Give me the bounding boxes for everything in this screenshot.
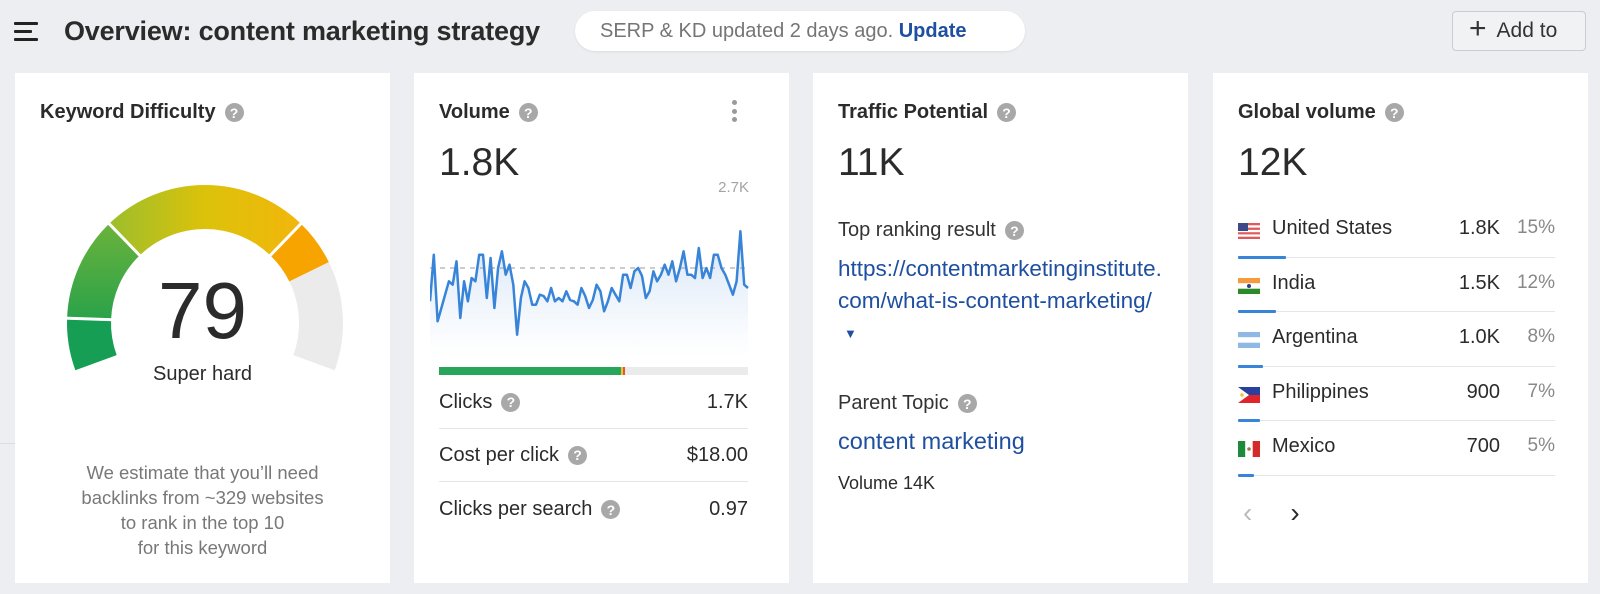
- country-volume: 1.5K: [1458, 271, 1500, 294]
- metric-value: $18.00: [686, 443, 748, 466]
- metric-label: Clicks: [439, 390, 493, 413]
- country-name: Argentina: [1272, 326, 1358, 348]
- kd-note-line: backlinks from ~329 websites: [81, 487, 324, 508]
- us-flag-icon: [1238, 223, 1260, 239]
- country-share-bar: [1238, 473, 1254, 477]
- kebab-menu-icon[interactable]: [728, 97, 740, 125]
- page-title: Overview: content marketing strategy: [64, 16, 540, 46]
- metric-row-clicks: Clicks? 1.7K: [439, 376, 748, 429]
- serp-status-text: SERP & KD updated 2 days ago.: [600, 20, 894, 42]
- metric-value: 1.7K: [706, 390, 748, 413]
- chevron-right-icon[interactable]: ›: [1290, 497, 1299, 529]
- kd-title: Keyword Difficulty ?: [40, 101, 244, 124]
- kd-note-line: to rank in the top 10: [120, 512, 285, 533]
- metric-value: 0.97: [709, 498, 748, 520]
- india-flag-icon: [1238, 277, 1260, 294]
- tp-title-text: Traffic Potential: [838, 101, 989, 123]
- kd-note-line: for this keyword: [137, 537, 268, 558]
- country-name: Mexico: [1272, 435, 1336, 457]
- country-row[interactable]: Argentina 1.0K 8%: [1238, 312, 1555, 368]
- chevron-left-icon[interactable]: ‹: [1243, 497, 1252, 529]
- volume-value: 1.8K: [439, 141, 520, 184]
- top-ranking-url[interactable]: https://contentmarketinginstitute.com/wh…: [838, 253, 1168, 352]
- country-volume: 1.8K: [1458, 217, 1500, 239]
- clicks-split-bar[interactable]: [439, 367, 748, 375]
- kd-level-label: Super hard: [153, 363, 252, 385]
- country-row[interactable]: United States 1.8K 15%: [1238, 203, 1555, 259]
- country-name: India: [1272, 271, 1316, 294]
- country-name: Philippines: [1272, 380, 1369, 403]
- organic-clicks-segment: [439, 367, 622, 375]
- volume-title: Volume ?: [439, 101, 538, 124]
- add-to-label: Add to: [1496, 19, 1558, 42]
- top-ranking-label: Top ranking result ?: [838, 219, 1024, 242]
- parent-topic-volume: Volume 14K: [838, 473, 936, 493]
- top-ranking-url-text[interactable]: https://contentmarketinginstitute.com/wh…: [838, 256, 1162, 313]
- traffic-potential-card: Traffic Potential ? 11K Top ranking resu…: [813, 73, 1188, 583]
- question-circle-icon[interactable]: ?: [568, 445, 588, 465]
- question-circle-icon[interactable]: ?: [224, 103, 244, 122]
- metric-row-clicks-per-search: Clicks per search? 0.97: [439, 483, 748, 536]
- add-to-button[interactable]: + Add to: [1452, 11, 1586, 51]
- gauge-band-hard: [109, 185, 301, 256]
- question-circle-icon[interactable]: ?: [1384, 103, 1404, 122]
- country-row[interactable]: India 1.5K 12%: [1238, 258, 1555, 313]
- plus-icon: +: [1469, 12, 1487, 45]
- parent-topic-label: Parent Topic ?: [838, 392, 977, 415]
- volume-sparkline[interactable]: [430, 198, 750, 358]
- kd-note-line: We estimate that you’ll need: [86, 462, 319, 483]
- keyword-difficulty-card: Keyword Difficulty ? 79 Super hard We es…: [15, 73, 390, 583]
- kd-title-text: Keyword Difficulty: [40, 101, 216, 123]
- metric-label: Cost per click: [439, 443, 560, 466]
- country-row[interactable]: Mexico 700 5%: [1238, 421, 1555, 477]
- question-circle-icon[interactable]: ?: [997, 103, 1017, 122]
- country-percent: 8%: [1527, 326, 1555, 347]
- country-percent: 15%: [1516, 217, 1555, 238]
- top-bar: Overview: content marketing strategy SER…: [0, 0, 1600, 66]
- chart-peak-label: 2.7K: [718, 179, 749, 196]
- country-percent: 5%: [1527, 435, 1555, 456]
- parent-topic-link[interactable]: content marketing: [838, 428, 1025, 455]
- gv-value: 12K: [1238, 141, 1308, 184]
- metric-row-cpc: Cost per click? $18.00: [439, 429, 748, 482]
- update-link[interactable]: Update: [899, 20, 967, 42]
- country-pager: ‹ ›: [1243, 497, 1300, 529]
- tp-value: 11K: [838, 141, 905, 184]
- country-percent: 7%: [1527, 380, 1555, 402]
- gv-title: Global volume ?: [1238, 101, 1404, 124]
- country-volume: 1.0K: [1458, 326, 1500, 348]
- question-circle-icon[interactable]: ?: [601, 500, 621, 519]
- country-list: United States 1.8K 15% India 1.5K 12% Argentin…: [1238, 203, 1555, 477]
- question-circle-icon[interactable]: ?: [957, 394, 977, 413]
- philippines-flag-icon: [1238, 386, 1260, 403]
- parent-topic-label-text: Parent Topic: [838, 392, 949, 414]
- country-name: United States: [1272, 217, 1393, 239]
- country-percent: 12%: [1516, 271, 1555, 293]
- country-row[interactable]: Philippines 900 7%: [1238, 367, 1555, 422]
- volume-title-text: Volume: [439, 101, 510, 123]
- tp-title: Traffic Potential ?: [838, 101, 1017, 124]
- country-volume: 700: [1466, 435, 1500, 457]
- gv-title-text: Global volume: [1238, 101, 1376, 123]
- global-volume-card: Global volume ? 12K United States 1.8K 15%…: [1213, 73, 1588, 583]
- top-ranking-label-text: Top ranking result: [838, 219, 996, 241]
- question-circle-icon[interactable]: ?: [518, 103, 538, 122]
- argentina-flag-icon: [1238, 332, 1260, 348]
- metric-label: Clicks per search: [439, 498, 593, 520]
- question-circle-icon[interactable]: ?: [501, 392, 521, 412]
- question-circle-icon[interactable]: ?: [1004, 221, 1024, 240]
- background-divider: [0, 443, 15, 444]
- serp-status-pill: SERP & KD updated 2 days ago. Update: [575, 11, 1025, 51]
- mexico-flag-icon: [1238, 441, 1260, 457]
- kd-score: 79: [158, 266, 247, 355]
- country-volume: 900: [1466, 380, 1500, 403]
- kd-backlinks-note: We estimate that you’ll need backlinks f…: [45, 460, 360, 560]
- caret-down-icon[interactable]: ▼: [844, 326, 857, 341]
- paid-clicks-segment: [623, 367, 625, 375]
- hamburger-menu-icon[interactable]: [14, 22, 38, 42]
- volume-card: Volume ? 1.8K 2.7K Clicks? 1.7K Cost per…: [414, 73, 789, 583]
